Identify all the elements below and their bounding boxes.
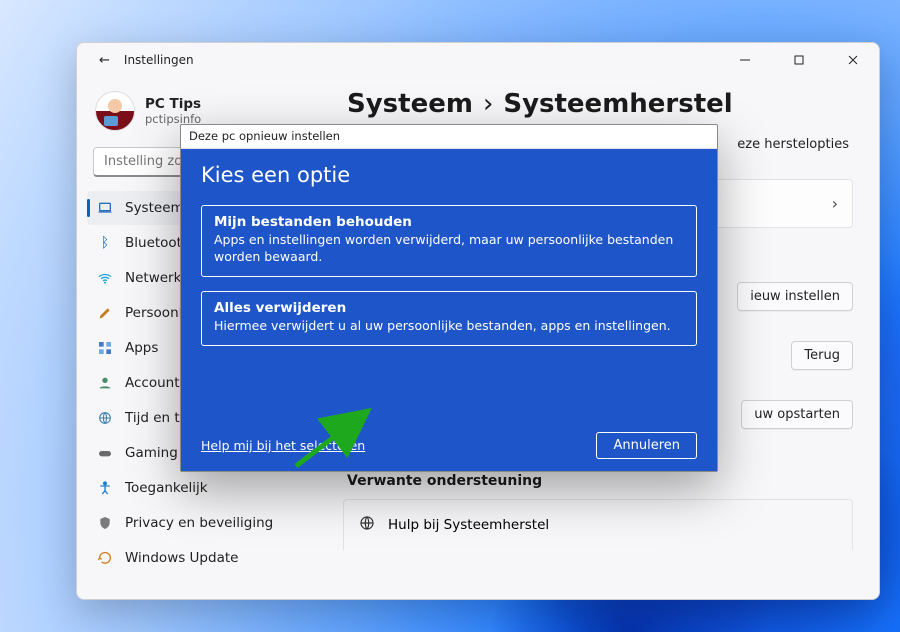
sidebar-item-label: Gaming <box>125 445 178 461</box>
reset-pc-dialog: Deze pc opnieuw instellen Kies een optie… <box>180 124 718 472</box>
wifi-icon <box>97 270 113 286</box>
sidebar-item-update[interactable]: Windows Update <box>87 541 323 575</box>
option-title: Mijn bestanden behouden <box>214 214 684 230</box>
dialog-heading: Kies een optie <box>201 163 697 187</box>
update-icon <box>97 550 113 566</box>
sidebar-item-label: Toegankelijk <box>125 480 208 496</box>
sidebar-item-label: Systeem <box>125 200 184 216</box>
option-title: Alles verwijderen <box>214 300 684 316</box>
chevron-right-icon: › <box>483 89 493 119</box>
brush-icon <box>97 305 113 321</box>
gamepad-icon <box>97 445 113 461</box>
cancel-button[interactable]: Annuleren <box>596 432 697 459</box>
minimize-button[interactable] <box>723 45 767 75</box>
sidebar-item-label: Privacy en beveiliging <box>125 515 273 531</box>
go-back-button[interactable]: Terug <box>791 341 853 370</box>
sidebar-item-accessibility[interactable]: Toegankelijk <box>87 471 323 505</box>
shield-icon <box>97 515 113 531</box>
avatar <box>95 91 135 131</box>
option-remove-everything[interactable]: Alles verwijderen Hiermee verwijdert u a… <box>201 291 697 346</box>
sidebar-item-privacy[interactable]: Privacy en beveiliging <box>87 506 323 540</box>
person-icon <box>97 375 113 391</box>
help-card[interactable]: Hulp bij Systeemherstel <box>343 499 853 550</box>
dialog-title: Deze pc opnieuw instellen <box>181 125 717 149</box>
web-icon <box>358 514 376 536</box>
breadcrumb: Systeem › Systeemherstel <box>347 89 853 119</box>
reset-pc-button[interactable]: ieuw instellen <box>737 282 853 311</box>
breadcrumb-parent[interactable]: Systeem <box>347 89 473 119</box>
option-keep-files[interactable]: Mijn bestanden behouden Apps en instelli… <box>201 205 697 277</box>
sidebar-item-label: Apps <box>125 340 158 356</box>
globe-icon <box>97 410 113 426</box>
bluetooth-icon: ᛒ <box>97 235 113 251</box>
section-title: Verwante ondersteuning <box>347 473 853 489</box>
laptop-icon <box>97 200 113 216</box>
help-label: Hulp bij Systeemherstel <box>388 517 549 533</box>
option-desc: Apps en instellingen worden verwijderd, … <box>214 232 684 266</box>
page-title: Systeemherstel <box>503 89 732 119</box>
help-link[interactable]: Help mij bij het selecteren <box>201 438 365 453</box>
chevron-right-icon: › <box>832 194 838 213</box>
window-title: Instellingen <box>124 53 194 67</box>
restart-now-button[interactable]: uw opstarten <box>741 400 853 429</box>
apps-icon <box>97 340 113 356</box>
maximize-button[interactable] <box>777 45 821 75</box>
profile-name: PC Tips <box>145 96 201 112</box>
accessibility-icon <box>97 480 113 496</box>
close-button[interactable] <box>831 45 875 75</box>
option-desc: Hiermee verwijdert u al uw persoonlijke … <box>214 318 684 335</box>
sidebar-item-label: Windows Update <box>125 550 238 566</box>
sidebar-item-label: Accounts <box>125 375 187 391</box>
back-button[interactable]: ← <box>95 51 114 70</box>
hint-text: eze herstelopties <box>737 137 849 152</box>
titlebar: ← Instellingen <box>77 43 879 77</box>
